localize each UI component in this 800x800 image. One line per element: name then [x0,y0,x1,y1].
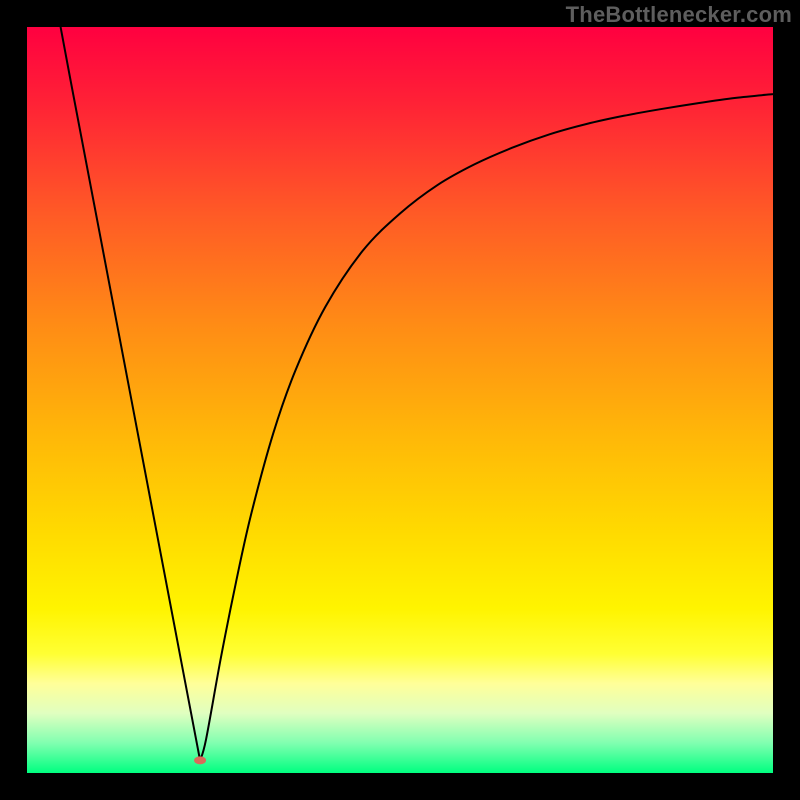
gradient-background [27,27,773,773]
chart-frame: TheBottlenecker.com [0,0,800,800]
chart-svg [27,27,773,773]
watermark-text: TheBottlenecker.com [566,2,792,28]
min-marker [194,756,206,764]
plot-area [27,27,773,773]
